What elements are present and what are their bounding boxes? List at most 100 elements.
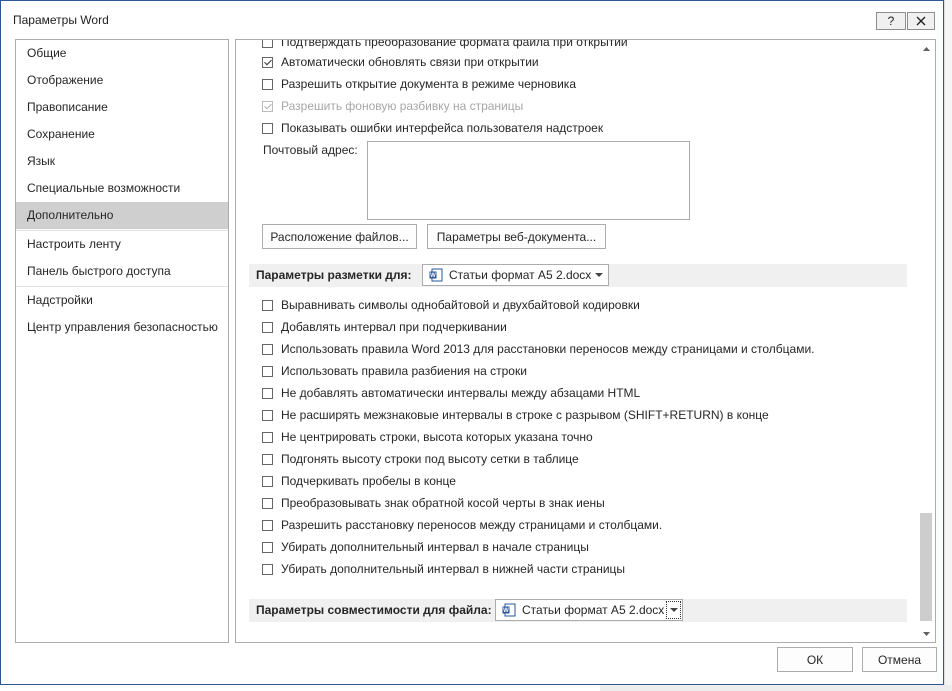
nav-item-label: Язык bbox=[27, 154, 56, 168]
nav-item-label: Специальные возможности bbox=[27, 181, 181, 195]
checkbox[interactable] bbox=[262, 519, 273, 531]
checkbox[interactable] bbox=[262, 497, 273, 509]
option-allow-hyphenation-pages[interactable]: Разрешить расстановку переносов между ст… bbox=[262, 515, 662, 535]
checkbox[interactable] bbox=[262, 387, 273, 399]
option-label: Не расширять межзнаковые интервалы в стр… bbox=[281, 408, 769, 422]
nav-item-add-ins[interactable]: Надстройки bbox=[16, 287, 228, 314]
window-title: Параметры Word bbox=[13, 13, 109, 27]
nav-item-language[interactable]: Язык bbox=[16, 148, 228, 175]
option-suppress-space-top[interactable]: Убирать дополнительный интервал в начале… bbox=[262, 537, 589, 557]
option-confirm-format-conversion[interactable]: Подтверждать преобразование формата файл… bbox=[262, 39, 628, 52]
background-window-edge bbox=[600, 685, 952, 691]
scroll-down-button[interactable] bbox=[918, 625, 935, 642]
compat-options-label: Параметры совместимости для файла: bbox=[256, 603, 492, 617]
option-label: Не центрировать строки, высота которых у… bbox=[281, 430, 593, 444]
compat-options-section: Параметры совместимости для файла: W Ста… bbox=[249, 599, 907, 622]
option-underline-trailing-spaces[interactable]: Подчеркивать пробелы в конце bbox=[262, 471, 456, 491]
chevron-down-icon bbox=[666, 601, 681, 619]
nav-item-general[interactable]: Общие bbox=[16, 40, 228, 67]
option-balance-sbcs-dbcs[interactable]: Выравнивать символы однобайтовой и двухб… bbox=[262, 295, 640, 315]
checkbox[interactable] bbox=[262, 431, 273, 443]
option-no-center-exact-lines[interactable]: Не центрировать строки, высота которых у… bbox=[262, 427, 593, 447]
file-locations-button[interactable]: Расположение файлов... bbox=[262, 224, 417, 249]
option-background-repagination: Разрешить фоновую разбивку на страницы bbox=[262, 96, 523, 116]
checkbox[interactable] bbox=[262, 78, 273, 90]
option-no-auto-html-spacing[interactable]: Не добавлять автоматически интервалы меж… bbox=[262, 383, 640, 403]
option-label: Разрешить расстановку переносов между ст… bbox=[281, 518, 663, 532]
checkbox[interactable] bbox=[262, 343, 273, 355]
nav-item-label: Настроить ленту bbox=[27, 237, 121, 251]
checkbox[interactable] bbox=[262, 453, 273, 465]
nav-item-label: Правописание bbox=[27, 100, 108, 114]
nav-item-trust-center[interactable]: Центр управления безопасностью bbox=[16, 314, 228, 341]
chevron-up-icon bbox=[923, 46, 930, 51]
option-label: Использовать правила разбиения на строки bbox=[281, 364, 527, 378]
checkbox[interactable] bbox=[262, 541, 273, 553]
word-document-icon: W bbox=[502, 603, 516, 617]
option-label: Не добавлять автоматически интервалы меж… bbox=[281, 386, 641, 400]
mailing-address-field[interactable] bbox=[367, 141, 690, 220]
chevron-down-icon bbox=[590, 265, 608, 285]
checkbox[interactable] bbox=[262, 409, 273, 421]
option-label: Разрешить открытие документа в режиме че… bbox=[281, 77, 576, 91]
ok-button[interactable]: ОК bbox=[777, 647, 853, 672]
nav-item-label: Сохранение bbox=[27, 127, 95, 141]
option-fit-row-to-grid[interactable]: Подгонять высоту строки под высоту сетки… bbox=[262, 449, 579, 469]
option-update-links[interactable]: Автоматически обновлять связи при открыт… bbox=[262, 52, 539, 72]
nav-item-proofing[interactable]: Правописание bbox=[16, 94, 228, 121]
option-label: Подчеркивать пробелы в конце bbox=[281, 474, 456, 488]
checkbox[interactable] bbox=[262, 321, 273, 333]
layout-document-name: Статьи формат А5 2.docx bbox=[449, 268, 592, 282]
web-options-button[interactable]: Параметры веб-документа... bbox=[427, 224, 606, 249]
nav-item-label: Панель быстрого доступа bbox=[27, 264, 171, 278]
checkbox[interactable] bbox=[262, 56, 273, 68]
nav-item-accessibility[interactable]: Специальные возможности bbox=[16, 175, 228, 202]
option-suppress-space-bottom[interactable]: Убирать дополнительный интервал в нижней… bbox=[262, 559, 625, 579]
nav-item-save[interactable]: Сохранение bbox=[16, 121, 228, 148]
nav-item-label: Отображение bbox=[27, 73, 104, 87]
layout-document-select[interactable]: W Статьи формат А5 2.docx bbox=[422, 264, 609, 286]
vertical-scrollbar[interactable] bbox=[918, 40, 935, 642]
help-button[interactable]: ? bbox=[876, 12, 906, 30]
nav-item-label: Центр управления безопасностью bbox=[27, 320, 218, 334]
checkbox bbox=[262, 100, 273, 112]
word-document-icon: W bbox=[429, 268, 443, 282]
option-word2013-hyphenation[interactable]: Использовать правила Word 2013 для расст… bbox=[262, 339, 815, 359]
svg-text:W: W bbox=[503, 608, 509, 614]
scrollbar-thumb[interactable] bbox=[920, 513, 932, 621]
option-label: Убирать дополнительный интервал в нижней… bbox=[281, 562, 626, 576]
checkbox[interactable] bbox=[262, 122, 273, 134]
nav-item-advanced[interactable]: Дополнительно bbox=[16, 202, 228, 229]
nav-item-display[interactable]: Отображение bbox=[16, 67, 228, 94]
nav-item-quick-access-toolbar[interactable]: Панель быстрого доступа bbox=[16, 258, 228, 285]
layout-options-section: Параметры разметки для: W Статьи формат … bbox=[249, 264, 907, 287]
option-line-breaking-rules[interactable]: Использовать правила разбиения на строки bbox=[262, 361, 527, 381]
checkbox[interactable] bbox=[262, 365, 273, 377]
checkbox[interactable] bbox=[262, 563, 273, 575]
option-show-addin-errors[interactable]: Показывать ошибки интерфейса пользовател… bbox=[262, 118, 603, 138]
option-label: Автоматически обновлять связи при открыт… bbox=[281, 55, 539, 69]
checkbox[interactable] bbox=[262, 299, 273, 311]
compat-document-select[interactable]: W Статьи формат А5 2.docx bbox=[495, 599, 683, 621]
option-allow-draft-view[interactable]: Разрешить открытие документа в режиме че… bbox=[262, 74, 576, 94]
option-label: Показывать ошибки интерфейса пользовател… bbox=[281, 121, 604, 135]
layout-options-label: Параметры разметки для: bbox=[256, 268, 412, 282]
close-button[interactable] bbox=[907, 12, 935, 30]
checkbox[interactable] bbox=[262, 475, 273, 487]
option-backslash-to-yen[interactable]: Преобразовывать знак обратной косой черт… bbox=[262, 493, 605, 513]
option-label: Разрешить фоновую разбивку на страницы bbox=[281, 99, 524, 113]
nav-item-customize-ribbon[interactable]: Настроить ленту bbox=[16, 231, 228, 258]
nav-item-label: Надстройки bbox=[27, 293, 93, 307]
option-add-space-underline[interactable]: Добавлять интервал при подчеркивании bbox=[262, 317, 507, 337]
scroll-up-button[interactable] bbox=[918, 40, 935, 57]
svg-text:W: W bbox=[430, 273, 436, 279]
option-no-expand-shift-return[interactable]: Не расширять межзнаковые интервалы в стр… bbox=[262, 405, 769, 425]
compat-document-name: Статьи формат А5 2.docx bbox=[522, 603, 665, 617]
help-icon: ? bbox=[887, 14, 895, 28]
nav-item-label: Общие bbox=[27, 46, 67, 60]
background-window-edge bbox=[944, 0, 952, 691]
option-label: Подтверждать преобразование формата файл… bbox=[281, 39, 628, 49]
checkbox[interactable] bbox=[262, 40, 273, 48]
advanced-options-panel: Подтверждать преобразование формата файл… bbox=[235, 39, 936, 643]
cancel-button[interactable]: Отмена bbox=[862, 647, 937, 672]
